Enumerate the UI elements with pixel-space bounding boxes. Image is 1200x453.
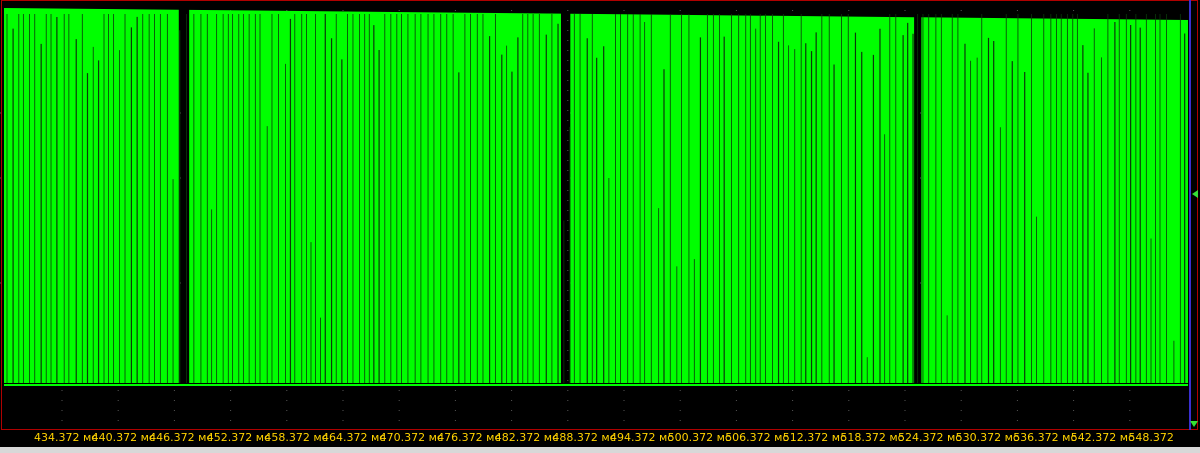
trigger-level-marker-icon[interactable] xyxy=(1192,190,1198,198)
time-tick-label: 500.372 мс xyxy=(667,431,731,444)
time-tick-label: 464.372 мс xyxy=(322,431,386,444)
time-tick-label: 482.372 мс xyxy=(494,431,559,444)
scope-right-edge xyxy=(1189,0,1191,430)
signal-high-region xyxy=(921,17,1188,384)
time-tick-label: 488.372 мс xyxy=(552,431,616,444)
time-tick-label: 536.372 мс xyxy=(1013,431,1077,444)
trace-group xyxy=(0,0,1190,430)
time-tick-label: 470.372 мс xyxy=(379,431,443,444)
time-tick-label: 434.372 мс xyxy=(34,431,98,444)
signal-high-region xyxy=(189,9,561,384)
time-tick-label: 506.372 мс xyxy=(725,431,789,444)
time-tick-label: 440.372 мс xyxy=(91,431,155,444)
status-strip xyxy=(0,447,1200,453)
signal-high-region xyxy=(4,8,179,383)
time-tick-label: 452.372 мс xyxy=(206,431,271,444)
time-tick-label: 458.372 мс xyxy=(264,431,328,444)
time-tick-label: 494.372 мс xyxy=(610,431,674,444)
time-tick-label: 548.372 xyxy=(1128,431,1174,444)
time-tick-label: 476.372 мс xyxy=(437,431,501,444)
time-tick-label: 524.372 мс xyxy=(898,431,962,444)
time-cursor-marker-icon[interactable] xyxy=(1190,421,1198,427)
time-tick-label: 530.372 мс xyxy=(955,431,1019,444)
waveform-plot[interactable] xyxy=(0,0,1200,453)
time-tick-label: 518.372 мс xyxy=(840,431,904,444)
signal-high-region xyxy=(570,13,915,384)
time-tick-label: 446.372 мс xyxy=(149,431,213,444)
time-tick-label: 512.372 мс xyxy=(782,431,847,444)
time-tick-label: 542.372 мс xyxy=(1070,431,1135,444)
